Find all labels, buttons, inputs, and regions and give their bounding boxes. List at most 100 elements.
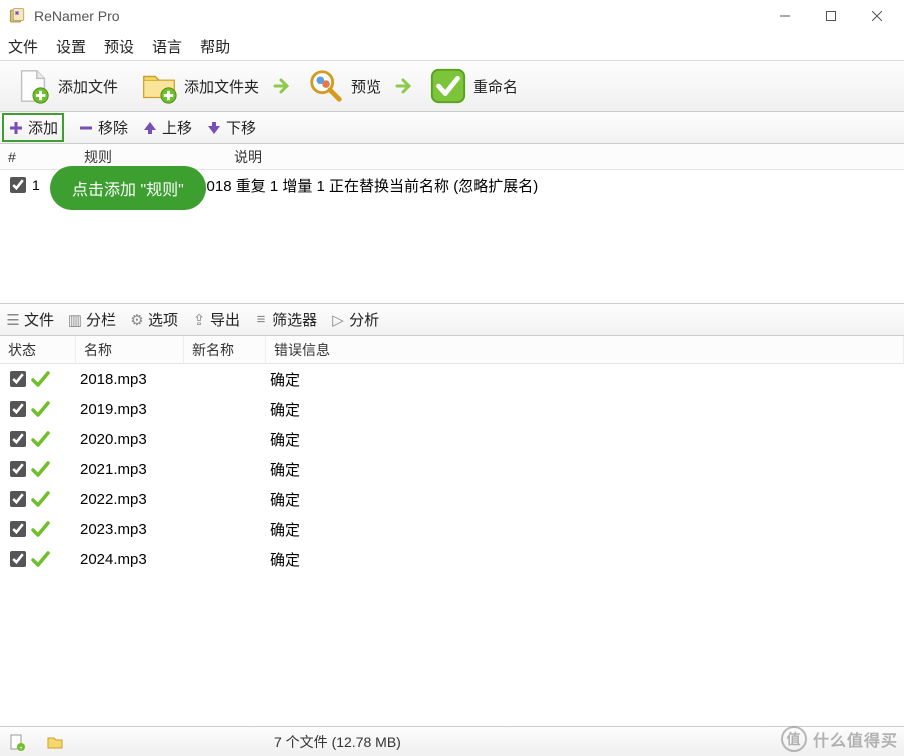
check-icon xyxy=(30,369,50,389)
menu-file[interactable]: 文件 xyxy=(8,36,38,57)
file-row[interactable]: 2024.mp3 确定 xyxy=(0,544,904,574)
file-name: 2024.mp3 xyxy=(80,551,188,568)
files-tab-analyze-label: 分析 xyxy=(349,309,379,330)
rules-col-num[interactable]: # xyxy=(0,149,76,165)
check-icon xyxy=(30,489,50,509)
file-checkbox[interactable] xyxy=(10,401,26,417)
rename-check-icon xyxy=(429,67,467,105)
rules-col-desc[interactable]: 说明 xyxy=(226,147,904,167)
files-tab-filter[interactable]: ≡ 筛选器 xyxy=(254,309,317,330)
files-col-new[interactable]: 新名称 xyxy=(184,336,266,363)
add-rule-button[interactable]: 添加 xyxy=(2,113,64,142)
preview-label: 预览 xyxy=(351,76,381,97)
rule-checkbox[interactable] xyxy=(10,177,26,193)
plus-icon xyxy=(8,120,24,136)
check-icon xyxy=(30,549,50,569)
menu-help[interactable]: 帮助 xyxy=(200,36,230,57)
move-up-label: 上移 xyxy=(162,117,192,138)
file-add-icon xyxy=(14,67,52,105)
arrow-up-icon xyxy=(142,120,158,136)
rules-toolbar: 添加 移除 上移 下移 xyxy=(0,112,904,144)
files-col-err[interactable]: 错误信息 xyxy=(266,336,904,363)
file-error: 确定 xyxy=(270,489,904,510)
file-checkbox[interactable] xyxy=(10,491,26,507)
add-folders-label: 添加文件夹 xyxy=(184,76,259,97)
file-error: 确定 xyxy=(270,549,904,570)
check-icon xyxy=(30,429,50,449)
status-file-count: 7 个文件 (12.78 MB) xyxy=(274,732,401,752)
analyze-icon: ▷ xyxy=(331,313,345,327)
file-error: 确定 xyxy=(270,519,904,540)
app-icon xyxy=(8,7,26,25)
files-col-state[interactable]: 状态 xyxy=(0,336,76,363)
main-toolbar: 添加文件 添加文件夹 预览 xyxy=(0,60,904,112)
status-icon-folder[interactable] xyxy=(46,733,64,751)
file-checkbox[interactable] xyxy=(10,431,26,447)
file-checkbox[interactable] xyxy=(10,551,26,567)
remove-rule-button[interactable]: 移除 xyxy=(78,117,128,138)
files-tab-filter-label: 筛选器 xyxy=(272,309,317,330)
statusbar: + 7 个文件 (12.78 MB) xyxy=(0,726,904,756)
add-rule-tooltip: 点击添加 "规则" xyxy=(50,166,206,210)
check-icon xyxy=(30,399,50,419)
file-name: 2019.mp3 xyxy=(80,401,188,418)
files-tab-files-label: 文件 xyxy=(24,309,54,330)
files-col-name[interactable]: 名称 xyxy=(76,336,184,363)
file-name: 2023.mp3 xyxy=(80,521,188,538)
arrow-right-icon xyxy=(395,76,415,96)
titlebar: ReNamer Pro xyxy=(0,0,904,32)
remove-rule-label: 移除 xyxy=(98,117,128,138)
file-row[interactable]: 2019.mp3确定 xyxy=(0,394,904,424)
move-down-button[interactable]: 下移 xyxy=(206,117,256,138)
list-icon: ☰ xyxy=(6,313,20,327)
add-rule-label: 添加 xyxy=(28,117,58,138)
export-icon: ⇪ xyxy=(192,313,206,327)
file-row[interactable]: 2021.mp3确定 xyxy=(0,454,904,484)
preview-button[interactable]: 预览 xyxy=(299,65,389,107)
maximize-button[interactable] xyxy=(808,1,854,31)
files-list: 状态 名称 新名称 错误信息 2018.mp3确定2019.mp3确定2020.… xyxy=(0,336,904,696)
minus-icon xyxy=(78,120,94,136)
files-tab-options[interactable]: ⚙ 选项 xyxy=(130,309,178,330)
files-tab-export-label: 导出 xyxy=(210,309,240,330)
file-row[interactable]: 2020.mp3确定 xyxy=(0,424,904,454)
folder-icon xyxy=(46,733,64,751)
files-tab-options-label: 选项 xyxy=(148,309,178,330)
file-checkbox[interactable] xyxy=(10,461,26,477)
rules-list: # 规则 说明 1 增量序列化起始于 2018 重复 1 增量 1 正在替换当前… xyxy=(0,144,904,304)
menu-language[interactable]: 语言 xyxy=(152,36,182,57)
file-row[interactable]: 2018.mp3确定 xyxy=(0,364,904,394)
status-icon-doc[interactable]: + xyxy=(8,733,26,751)
menu-settings[interactable]: 设置 xyxy=(56,36,86,57)
add-folders-button[interactable]: 添加文件夹 xyxy=(132,65,267,107)
file-row[interactable]: 2023.mp3 确定 xyxy=(0,514,904,544)
file-checkbox[interactable] xyxy=(10,371,26,387)
add-files-button[interactable]: 添加文件 xyxy=(6,65,126,107)
folder-add-icon xyxy=(140,67,178,105)
files-tab-columns[interactable]: ▥ 分栏 xyxy=(68,309,116,330)
files-tab-export[interactable]: ⇪ 导出 xyxy=(192,309,240,330)
file-error: 确定 xyxy=(270,369,904,390)
preview-icon xyxy=(307,67,345,105)
rules-col-rule[interactable]: 规则 xyxy=(76,147,226,167)
move-up-button[interactable]: 上移 xyxy=(142,117,192,138)
files-toolbar: ☰ 文件 ▥ 分栏 ⚙ 选项 ⇪ 导出 ≡ 筛选器 ▷ 分析 xyxy=(0,304,904,336)
files-header: 状态 名称 新名称 错误信息 xyxy=(0,336,904,364)
add-files-label: 添加文件 xyxy=(58,76,118,97)
files-tab-analyze[interactable]: ▷ 分析 xyxy=(331,309,379,330)
files-tab-files[interactable]: ☰ 文件 xyxy=(6,309,54,330)
document-icon: + xyxy=(8,733,26,751)
columns-icon: ▥ xyxy=(68,313,82,327)
rename-label: 重命名 xyxy=(473,76,518,97)
svg-text:+: + xyxy=(19,746,23,751)
menu-presets[interactable]: 预设 xyxy=(104,36,134,57)
file-name: 2020.mp3 xyxy=(80,431,188,448)
file-checkbox[interactable] xyxy=(10,521,26,537)
close-button[interactable] xyxy=(854,1,900,31)
filter-icon: ≡ xyxy=(254,313,268,327)
rename-button[interactable]: 重命名 xyxy=(421,65,526,107)
minimize-button[interactable] xyxy=(762,1,808,31)
menubar: 文件 设置 预设 语言 帮助 xyxy=(0,32,904,60)
arrow-down-icon xyxy=(206,120,222,136)
file-row[interactable]: 2022.mp3确定 xyxy=(0,484,904,514)
